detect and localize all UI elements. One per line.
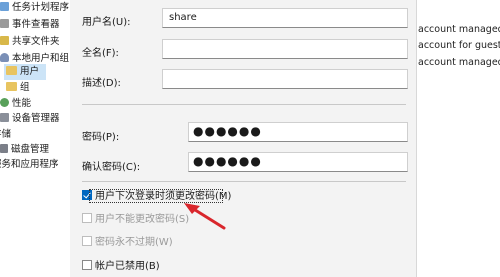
event-viewer-icon — [0, 19, 9, 28]
password-never-expires-checkbox[interactable]: 密码永不过期(W) — [82, 236, 173, 250]
tree-item-label: 本地用户和组 — [12, 53, 70, 64]
tree-item-task-scheduler[interactable]: 任务计划程序 — [0, 0, 69, 16]
separator — [82, 181, 406, 182]
fullname-field[interactable] — [162, 39, 408, 59]
checkbox-label: 密码永不过期(W) — [95, 237, 173, 248]
separator — [82, 104, 406, 105]
confirm-password-label: 确认密码(C): — [82, 162, 141, 173]
tree-item-device-manager[interactable]: 设备管理器 — [0, 111, 60, 127]
account-disabled-checkbox[interactable]: 帐户已禁用(B) — [82, 260, 160, 274]
annotation-arrow-icon — [184, 203, 226, 230]
tree-item-label: 性能 — [12, 98, 32, 109]
shared-folder-icon — [0, 36, 9, 45]
tree-item-services-apps[interactable]: 服务和应用程序 — [0, 157, 59, 173]
tree-item-label: 用户 — [20, 66, 40, 77]
tree-item-shared-folders[interactable]: 共享文件夹 — [0, 34, 60, 50]
description-cell: account managed — [418, 57, 500, 68]
description-label: 描述(D): — [82, 78, 121, 89]
checkbox[interactable] — [82, 213, 92, 223]
tree-item-performance[interactable]: 性能 — [0, 96, 31, 112]
folder-icon — [6, 82, 17, 91]
tree-item-groups[interactable]: 组 — [6, 80, 30, 96]
user-properties-dialog: 用户名(U): share 全名(F): 描述(D): 密码(P): ●●●●●… — [70, 0, 417, 277]
tree-item-label: 设备管理器 — [12, 113, 60, 124]
tree-item-label: 任务计划程序 — [12, 2, 70, 13]
folder-icon — [6, 66, 17, 75]
tree-item-label: 事件查看器 — [12, 19, 60, 30]
user-list-background: account managed account for guest accoun… — [410, 0, 500, 277]
confirm-password-field[interactable]: ●●●●●● — [188, 152, 408, 172]
cannot-change-password-checkbox[interactable]: 用户不能更改密码(S) — [82, 213, 189, 227]
description-cell: account for guest — [418, 40, 500, 51]
description-field[interactable] — [162, 69, 408, 89]
performance-icon — [0, 98, 9, 107]
tree-item-label: 组 — [20, 82, 30, 93]
task-scheduler-icon — [0, 2, 9, 11]
tree-item-label: 共享文件夹 — [12, 36, 60, 47]
checkbox[interactable] — [82, 236, 92, 246]
description-cell: account managed — [418, 24, 500, 35]
tree-item-users[interactable]: 用户 — [4, 64, 46, 80]
tree-item-label: 磁盘管理 — [11, 144, 50, 155]
username-field[interactable]: share — [162, 8, 408, 28]
tree-item-storage[interactable]: 存储 — [0, 127, 11, 143]
disk-icon — [0, 144, 8, 153]
navigation-tree: 任务计划程序 事件查看器 共享文件夹 本地用户和组 用户 组 性能 设备管理器 … — [0, 0, 73, 277]
tree-item-label: 服务和应用程序 — [0, 159, 59, 170]
tree-item-label: 存储 — [0, 129, 12, 140]
password-field[interactable]: ●●●●●● — [188, 122, 408, 142]
fullname-label: 全名(F): — [82, 48, 119, 59]
local-users-icon — [0, 53, 9, 62]
password-label: 密码(P): — [82, 132, 120, 143]
checkbox-label: 帐户已禁用(B) — [95, 261, 160, 272]
checkbox[interactable] — [82, 260, 92, 270]
checkbox-label: 用户不能更改密码(S) — [95, 214, 190, 225]
device-manager-icon — [0, 113, 9, 122]
tree-item-event-viewer[interactable]: 事件查看器 — [0, 17, 60, 33]
username-label: 用户名(U): — [82, 17, 131, 28]
tree-item-disk-management[interactable]: 磁盘管理 — [0, 142, 49, 158]
